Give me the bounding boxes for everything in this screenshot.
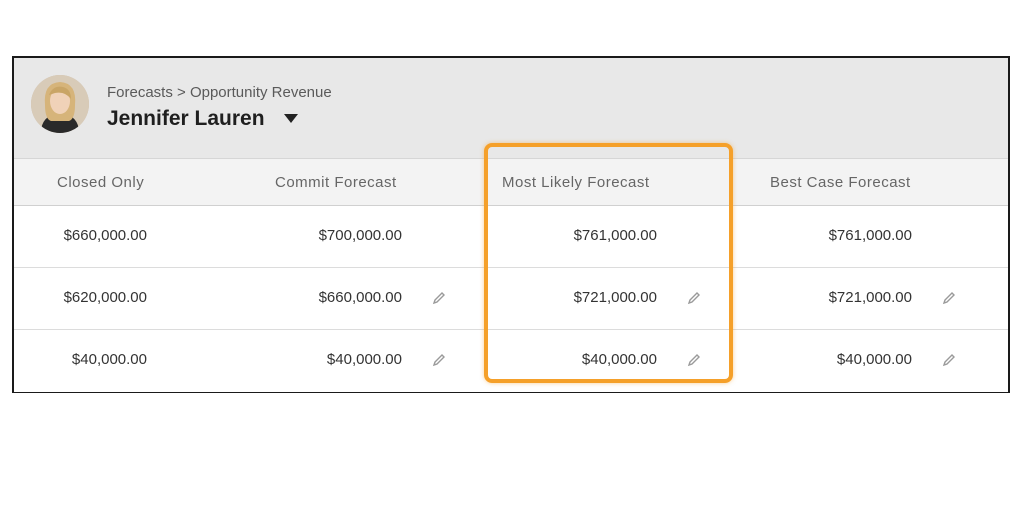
column-header-row: Closed Only Commit Forecast Most Likely …: [14, 158, 1008, 206]
forecast-header: Forecasts > Opportunity Revenue Jennifer…: [14, 58, 1008, 158]
pencil-icon[interactable]: [941, 290, 957, 306]
column-header-most-likely-forecast: Most Likely Forecast: [502, 174, 650, 191]
table-row: $40,000.00 $40,000.00 $40,000.00 $40,000…: [14, 330, 1008, 392]
most-likely-forecast-value: $40,000.00: [581, 351, 657, 368]
pencil-icon[interactable]: [941, 352, 957, 368]
best-case-forecast-value: $761,000.00: [828, 227, 912, 244]
commit-forecast-value: $660,000.00: [318, 289, 402, 306]
forecast-panel: Forecasts > Opportunity Revenue Jennifer…: [12, 56, 1010, 393]
avatar: [31, 75, 89, 133]
column-header-best-case-forecast: Best Case Forecast: [770, 174, 911, 191]
table-row: $660,000.00 $700,000.00 $761,000.00 $761…: [14, 206, 1008, 268]
column-header-commit-forecast: Commit Forecast: [275, 174, 397, 191]
pencil-icon[interactable]: [431, 352, 447, 368]
closed-only-value: $620,000.00: [63, 289, 147, 306]
column-header-closed-only: Closed Only: [57, 174, 145, 191]
user-name[interactable]: Jennifer Lauren: [107, 107, 265, 131]
pencil-icon[interactable]: [431, 290, 447, 306]
pencil-icon[interactable]: [686, 352, 702, 368]
caret-down-icon[interactable]: [284, 114, 298, 123]
best-case-forecast-value: $721,000.00: [828, 289, 912, 306]
closed-only-value: $660,000.00: [63, 227, 147, 244]
most-likely-forecast-value: $721,000.00: [573, 289, 657, 306]
commit-forecast-value: $40,000.00: [326, 351, 402, 368]
most-likely-forecast-value: $761,000.00: [573, 227, 657, 244]
best-case-forecast-value: $40,000.00: [836, 351, 912, 368]
table-row: $620,000.00 $660,000.00 $721,000.00 $721…: [14, 268, 1008, 330]
breadcrumb[interactable]: Forecasts > Opportunity Revenue: [107, 84, 332, 101]
commit-forecast-value: $700,000.00: [318, 227, 402, 244]
pencil-icon[interactable]: [686, 290, 702, 306]
closed-only-value: $40,000.00: [71, 351, 147, 368]
